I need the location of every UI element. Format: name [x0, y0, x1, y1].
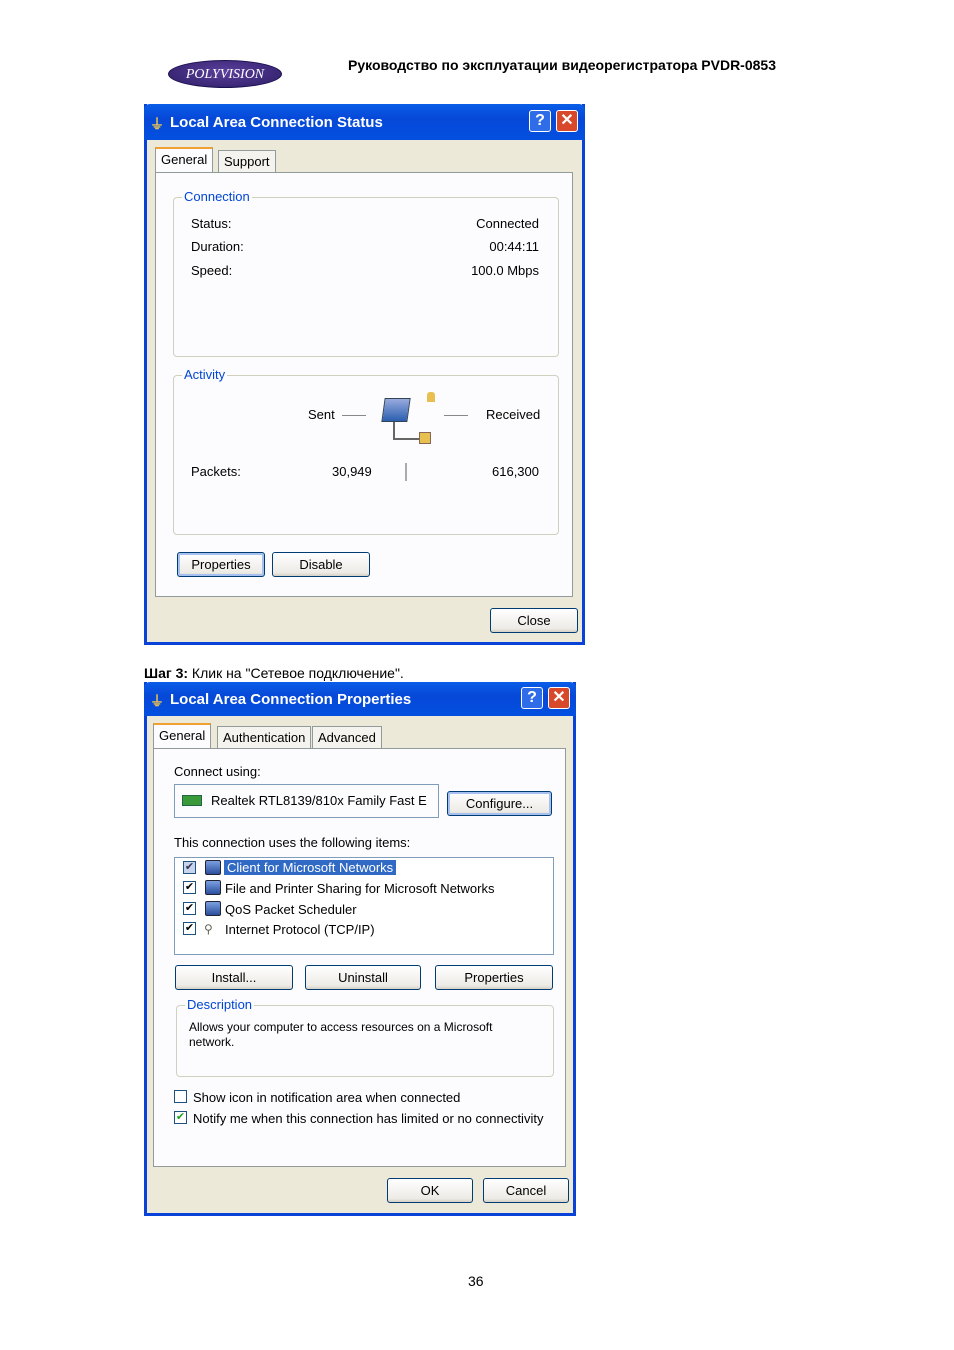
protocol-icon: ⚲ [204, 922, 213, 936]
show-icon-checkbox[interactable] [174, 1090, 187, 1103]
tab-advanced[interactable]: Advanced [312, 726, 382, 748]
received-packets-value: 616,300 [492, 464, 539, 479]
duration-label: Duration: [191, 239, 244, 254]
divider [342, 415, 366, 416]
list-item[interactable]: Internet Protocol (TCP/IP) [225, 922, 375, 937]
item-checkbox[interactable]: ✔ [183, 861, 196, 874]
item-checkbox[interactable]: ✔ [183, 881, 196, 894]
network-computers-icon [381, 392, 437, 448]
list-item[interactable]: QoS Packet Scheduler [225, 902, 357, 917]
tab-general[interactable]: General [153, 723, 212, 748]
sent-label: Sent [308, 407, 335, 422]
speed-value: 100.0 Mbps [471, 263, 539, 278]
close-window-button[interactable]: ✕ [556, 110, 578, 132]
adapter-name: Realtek RTL8139/810x Family Fast E [211, 793, 427, 808]
step-number: Шаг 3: [144, 665, 189, 681]
help-button[interactable]: ? [529, 110, 551, 132]
step-caption: Шаг 3: Клик на "Сетевое подключение". [144, 665, 404, 681]
close-button[interactable]: Close [490, 608, 578, 633]
uninstall-button[interactable]: Uninstall [305, 965, 421, 990]
network-client-icon [205, 860, 221, 875]
divider [405, 463, 407, 481]
document-header: Руководство по эксплуатации видеорегистр… [348, 57, 776, 73]
ok-button[interactable]: OK [387, 1178, 473, 1203]
connect-using-label: Connect using: [174, 764, 261, 779]
divider [444, 415, 468, 416]
sent-packets-value: 30,949 [332, 464, 372, 479]
install-button[interactable]: Install... [175, 965, 293, 990]
properties-button[interactable]: Properties [177, 552, 265, 577]
status-label: Status: [191, 216, 232, 231]
activity-group: Activity [173, 367, 559, 535]
tab-general[interactable]: General [155, 147, 214, 172]
speed-label: Speed: [191, 263, 233, 278]
show-icon-label[interactable]: Show icon in notification area when conn… [193, 1090, 460, 1105]
title-bar: ⏚ Local Area Connection Properties ? ✕ [144, 682, 576, 716]
close-window-button[interactable]: ✕ [548, 687, 570, 709]
notify-label[interactable]: Notify me when this connection has limit… [193, 1111, 543, 1126]
list-item[interactable]: Client for Microsoft Networks [224, 860, 397, 875]
list-item[interactable]: File and Printer Sharing for Microsoft N… [225, 881, 494, 896]
packets-label: Packets: [191, 464, 241, 479]
notify-checkbox[interactable]: ✔ [174, 1111, 187, 1124]
network-service-icon [205, 901, 221, 916]
polyvision-logo: POLYVISION [168, 60, 282, 88]
connection-label: Connection [182, 189, 252, 204]
step-text: Клик на "Сетевое подключение". [188, 665, 404, 681]
cancel-button[interactable]: Cancel [483, 1178, 569, 1203]
disable-button[interactable]: Disable [272, 552, 370, 577]
network-service-icon [205, 880, 221, 895]
dialog-title: Local Area Connection Properties [170, 691, 412, 708]
status-dialog: ⏚ Local Area Connection Status ? ✕ Gener… [144, 104, 585, 645]
configure-button[interactable]: Configure... [447, 791, 552, 816]
network-plug-icon: ⏚ [150, 693, 164, 709]
status-value: Connected [476, 216, 539, 231]
description-text: Allows your computer to access resources… [189, 1020, 493, 1049]
tab-support[interactable]: Support [218, 150, 276, 172]
duration-value: 00:44:11 [489, 239, 539, 254]
properties-dialog: ⏚ Local Area Connection Properties ? ✕ G… [144, 682, 576, 1216]
item-properties-button[interactable]: Properties [435, 965, 553, 990]
item-checkbox[interactable]: ✔ [183, 922, 196, 935]
network-adapter-icon [182, 795, 202, 806]
adapter-field: Realtek RTL8139/810x Family Fast E [174, 784, 439, 818]
network-plug-icon: ⏚ [150, 116, 164, 132]
activity-label: Activity [182, 367, 228, 382]
tab-authentication[interactable]: Authentication [217, 726, 312, 748]
received-label: Received [486, 407, 541, 422]
help-button[interactable]: ? [521, 687, 543, 709]
page-number: 36 [468, 1273, 484, 1289]
items-label: This connection uses the following items… [174, 835, 411, 850]
item-checkbox[interactable]: ✔ [183, 902, 196, 915]
description-label: Description [185, 997, 255, 1012]
dialog-title: Local Area Connection Status [170, 114, 383, 131]
title-bar: ⏚ Local Area Connection Status ? ✕ [144, 104, 585, 140]
